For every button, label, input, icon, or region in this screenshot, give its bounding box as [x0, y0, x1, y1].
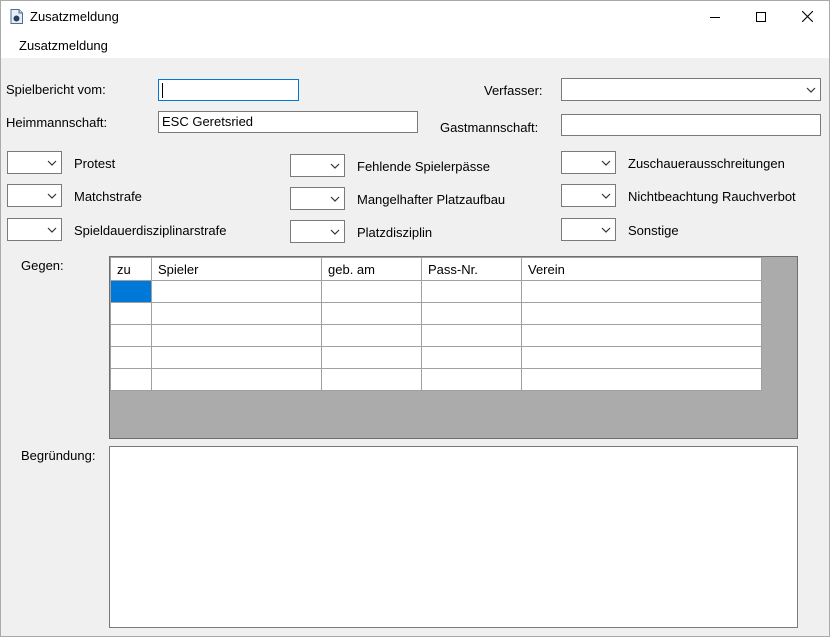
fehlende-spielerpaesse-combo[interactable]: [290, 154, 345, 177]
close-button[interactable]: [784, 1, 830, 32]
table-cell[interactable]: [151, 368, 322, 391]
table-cell[interactable]: [110, 324, 152, 347]
column-header-pass-nr[interactable]: Pass-Nr.: [421, 257, 522, 281]
table-cell[interactable]: [110, 346, 152, 369]
protest-combo[interactable]: [7, 151, 62, 174]
table-cell[interactable]: [321, 302, 422, 325]
table-cell[interactable]: [110, 302, 152, 325]
column-header-geb-am[interactable]: geb. am: [321, 257, 422, 281]
zuschauerausschreitungen-combo[interactable]: [561, 151, 616, 174]
table-cell[interactable]: [521, 368, 762, 391]
heimmannschaft-label: Heimmannschaft:: [6, 115, 108, 130]
zuschauerausschreitungen-label: Zuschauerausschreitungen: [628, 156, 785, 171]
table-row: [110, 302, 762, 325]
table-cell-selected[interactable]: [110, 280, 152, 303]
protest-label: Protest: [74, 156, 116, 171]
zusatzmeldung-window: Zusatzmeldung Zusatzmeldung Spielbericht…: [0, 0, 830, 637]
table-cell[interactable]: [521, 324, 762, 347]
gastmannschaft-field[interactable]: [561, 114, 821, 136]
table-cell[interactable]: [521, 280, 762, 303]
chevron-down-icon: [330, 163, 340, 169]
table-cell[interactable]: [321, 368, 422, 391]
table-cell[interactable]: [321, 346, 422, 369]
table-row: [110, 324, 762, 347]
sonstige-combo[interactable]: [561, 218, 616, 241]
column-header-verein[interactable]: Verein: [521, 257, 762, 281]
table-cell[interactable]: [151, 346, 322, 369]
chevron-down-icon: [601, 193, 611, 199]
table-row: [110, 280, 762, 303]
table-cell[interactable]: [151, 324, 322, 347]
mangelhafter-platzaufbau-label: Mangelhafter Platzaufbau: [357, 192, 506, 207]
nichtbeachtung-rauchverbot-combo[interactable]: [561, 184, 616, 207]
table-header-row: zu Spieler geb. am Pass-Nr. Verein: [110, 257, 762, 281]
table-cell[interactable]: [521, 302, 762, 325]
matchstrafe-combo[interactable]: [7, 184, 62, 207]
table-cell[interactable]: [421, 346, 522, 369]
maximize-icon: [756, 11, 766, 22]
maximize-button[interactable]: [738, 1, 784, 32]
sonstige-label: Sonstige: [628, 223, 679, 238]
gastmannschaft-label: Gastmannschaft:: [440, 120, 539, 135]
minimize-icon: [710, 16, 720, 18]
menu-bar: Zusatzmeldung: [1, 32, 829, 58]
table-cell[interactable]: [321, 324, 422, 347]
begruendung-textarea[interactable]: [109, 446, 798, 628]
mangelhafter-platzaufbau-combo[interactable]: [290, 187, 345, 210]
title-bar[interactable]: Zusatzmeldung: [1, 1, 829, 32]
text-caret: [162, 83, 163, 98]
table-cell[interactable]: [421, 368, 522, 391]
chevron-down-icon: [47, 160, 57, 166]
fehlende-spielerpaesse-label: Fehlende Spielerpässe: [357, 159, 490, 174]
gegen-label: Gegen:: [21, 258, 64, 273]
minimize-button[interactable]: [692, 1, 738, 32]
table-cell[interactable]: [521, 346, 762, 369]
table-cell[interactable]: [421, 302, 522, 325]
spielbericht-label: Spielbericht vom:: [6, 82, 106, 97]
close-icon: [801, 11, 813, 22]
table-cell[interactable]: [151, 302, 322, 325]
column-header-zu[interactable]: zu: [110, 257, 152, 281]
platzdisziplin-combo[interactable]: [290, 220, 345, 243]
column-header-spieler[interactable]: Spieler: [151, 257, 322, 281]
platzdisziplin-label: Platzdisziplin: [357, 225, 433, 240]
verfasser-label: Verfasser:: [484, 83, 543, 98]
table-row: [110, 368, 762, 391]
window-title: Zusatzmeldung: [30, 9, 119, 24]
table-cell[interactable]: [421, 280, 522, 303]
table-cell[interactable]: [151, 280, 322, 303]
heimmannschaft-field[interactable]: ESC Geretsried: [158, 111, 418, 133]
table-cell[interactable]: [110, 368, 152, 391]
gegen-table: zu Spieler geb. am Pass-Nr. Verein: [110, 257, 762, 391]
chevron-down-icon: [330, 229, 340, 235]
table-cell[interactable]: [421, 324, 522, 347]
heimmannschaft-value: ESC Geretsried: [162, 114, 254, 129]
spieldauerdisziplinarstrafe-label: Spieldauerdisziplinarstrafe: [74, 223, 227, 238]
spielbericht-date-field[interactable]: [158, 79, 299, 101]
table-row: [110, 346, 762, 369]
chevron-down-icon: [601, 160, 611, 166]
gegen-data-grid[interactable]: zu Spieler geb. am Pass-Nr. Verein: [109, 256, 798, 439]
begruendung-label: Begründung:: [21, 448, 96, 463]
verfasser-combo[interactable]: [561, 78, 821, 101]
table-cell[interactable]: [321, 280, 422, 303]
spieldauerdisziplinarstrafe-combo[interactable]: [7, 218, 62, 241]
chevron-down-icon: [601, 227, 611, 233]
chevron-down-icon: [330, 196, 340, 202]
chevron-down-icon: [47, 193, 57, 199]
matchstrafe-label: Matchstrafe: [74, 189, 142, 204]
menu-item-zusatzmeldung[interactable]: Zusatzmeldung: [19, 38, 108, 53]
document-app-icon: [10, 9, 23, 24]
chevron-down-icon: [47, 227, 57, 233]
nichtbeachtung-rauchverbot-label: Nichtbeachtung Rauchverbot: [628, 189, 796, 204]
chevron-down-icon: [806, 87, 816, 93]
